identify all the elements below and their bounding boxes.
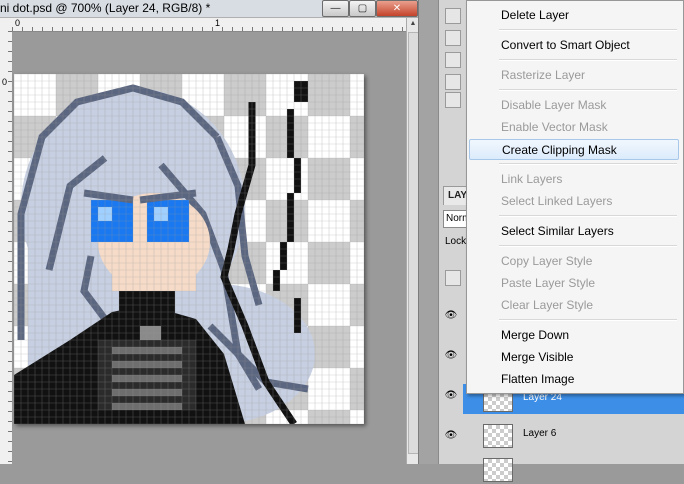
scythe-edge <box>294 298 301 333</box>
menu-item-select-linked-layers: Select Linked Layers <box>501 194 613 208</box>
menu-separator <box>499 89 677 91</box>
menu-item-merge-visible[interactable]: Merge Visible <box>469 347 679 368</box>
eye-icon[interactable]: 👁 <box>443 388 459 404</box>
menu-separator <box>499 59 677 61</box>
ruler-label-0: 0 <box>15 18 21 28</box>
menu-item-merge-down[interactable]: Merge Down <box>469 325 679 346</box>
scythe-edge <box>273 270 280 291</box>
close-button[interactable]: ✕ <box>376 0 418 17</box>
document-title: ni dot.psd @ 700% (Layer 24, RGB/8) * <box>0 1 211 15</box>
menu-item-paste-layer-style: Paste Layer Style <box>501 276 596 290</box>
menu-separator <box>499 319 677 321</box>
pixel-art-canvas[interactable] <box>14 74 364 424</box>
menu-item-create-clipping-mask[interactable]: Create Clipping Mask <box>469 139 679 160</box>
eye-icon[interactable]: 👁 <box>443 348 459 364</box>
menu-item-delete-layer[interactable]: Delete Layer <box>469 5 679 26</box>
menu-item-disable-layer-mask: Disable Layer Mask <box>501 98 607 112</box>
menu-separator <box>499 245 677 247</box>
layer-thumbnail <box>483 458 513 482</box>
menu-item-enable-vector-mask: Enable Vector Mask <box>501 120 608 134</box>
canvas-area[interactable] <box>12 32 406 464</box>
layer-row-layer-6[interactable]: Layer 6 <box>463 420 684 450</box>
document-titlebar[interactable]: ni dot.psd @ 700% (Layer 24, RGB/8) * — … <box>0 0 418 18</box>
menu-item-flatten-image[interactable]: Flatten Image <box>469 369 679 390</box>
menu-item-link-layers: Link Layers <box>501 172 563 186</box>
panel-slot[interactable] <box>445 30 461 46</box>
minimize-button[interactable]: — <box>322 0 349 17</box>
layer-name: Layer 6 <box>523 428 557 439</box>
menu-separator <box>499 163 677 165</box>
ruler-label-v0: 0 <box>2 77 8 87</box>
menu-item-select-similar-layers[interactable]: Select Similar Layers <box>469 221 679 242</box>
menu-item-rasterize-layer: Rasterize Layer <box>501 68 586 82</box>
panel-slot[interactable] <box>445 52 461 68</box>
layer-row[interactable] <box>463 454 684 484</box>
restore-button[interactable]: ▢ <box>349 0 376 17</box>
menu-item-clear-layer-style: Clear Layer Style <box>501 298 594 312</box>
lock-toggle[interactable] <box>445 270 461 286</box>
menu-separator <box>499 215 677 217</box>
scythe-edge <box>287 123 294 158</box>
scythe-edge <box>294 158 301 193</box>
menu-item-copy-layer-style: Copy Layer Style <box>501 254 593 268</box>
menu-separator <box>499 29 677 31</box>
eye-icon[interactable]: 👁 <box>443 428 459 444</box>
scythe-edge <box>287 193 294 242</box>
menu-item-convert-to-smart-object[interactable]: Convert to Smart Object <box>469 35 679 56</box>
panel-gutter <box>418 0 439 464</box>
panel-slot[interactable] <box>445 8 461 24</box>
ruler-label-1: 1 <box>215 18 221 28</box>
lock-label: Lock <box>445 236 467 247</box>
panel-slot[interactable] <box>445 74 461 90</box>
eye-icon[interactable]: 👁 <box>443 308 459 324</box>
panel-slot[interactable] <box>445 92 461 108</box>
layer-thumbnail <box>483 424 513 448</box>
horizontal-ruler[interactable]: 0 1 <box>12 18 406 32</box>
layer-context-menu[interactable]: Delete Layer Convert to Smart Object Ras… <box>466 0 684 394</box>
